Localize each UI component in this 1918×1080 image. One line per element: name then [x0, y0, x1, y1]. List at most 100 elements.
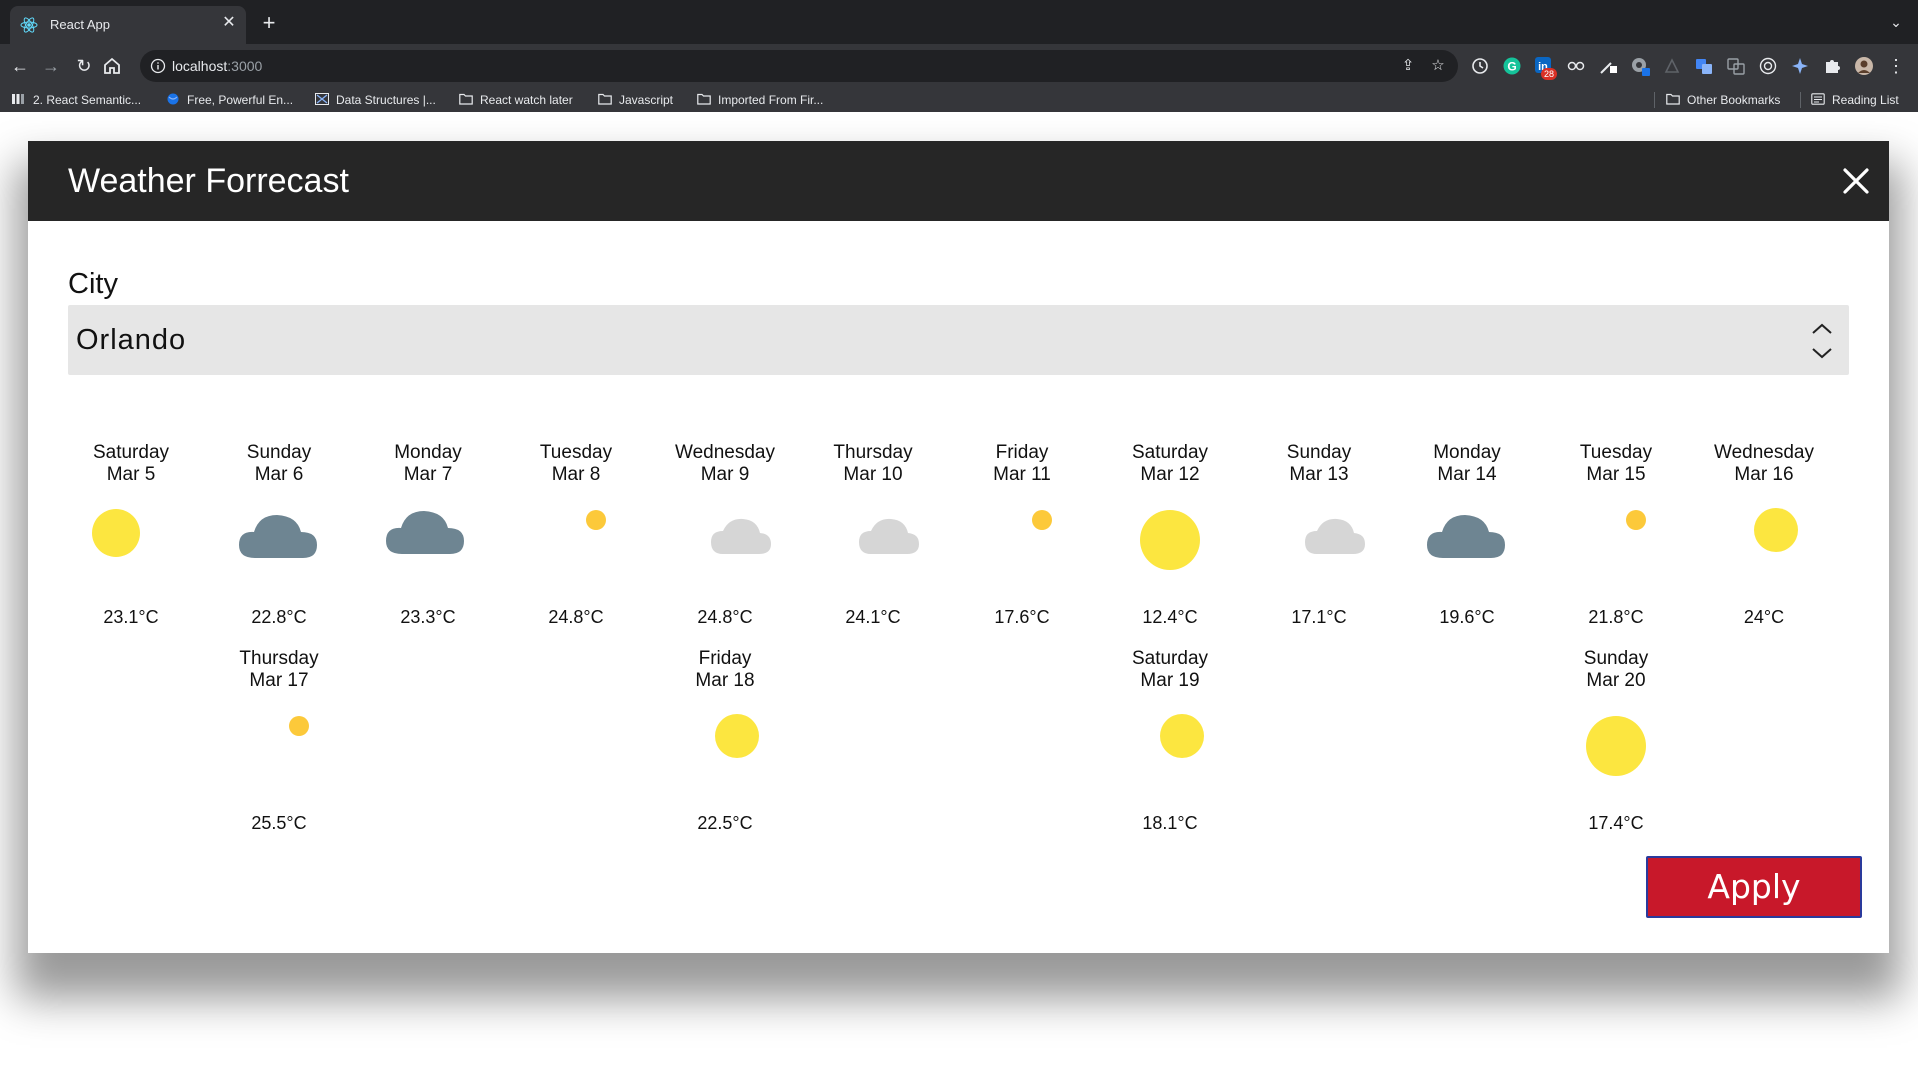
- forecast-temperature: 24°C: [1743, 607, 1785, 627]
- forecast-day-name: Saturday: [1131, 442, 1209, 463]
- browser-tab[interactable]: React App ✕: [10, 6, 246, 44]
- folder-icon: [697, 93, 711, 105]
- eyedropper-extension-icon[interactable]: [1598, 56, 1618, 76]
- translate-alt-extension-icon[interactable]: [1726, 56, 1746, 76]
- tab-close-icon[interactable]: ✕: [218, 12, 240, 34]
- bookmark-item[interactable]: React watch later: [459, 90, 573, 110]
- other-bookmarks-label: Other Bookmarks: [1687, 93, 1781, 107]
- thunderstorm-sun-icon: [289, 716, 309, 736]
- history-extension-icon[interactable]: [1470, 56, 1490, 76]
- forecast-temperature: 23.1°C: [103, 607, 159, 627]
- bookmark-label: Data Structures |...: [336, 93, 436, 107]
- new-tab-icon[interactable]: +: [256, 10, 282, 36]
- bookmarks-bar: 2. React Semantic... Free, Powerful En..…: [0, 88, 1918, 113]
- reload-icon[interactable]: ↻: [70, 52, 98, 80]
- browser-menu-icon[interactable]: ⋮: [1882, 52, 1910, 80]
- forecast-date: Mar 17: [249, 670, 309, 691]
- mostly-cloudy-icon: [1160, 714, 1204, 758]
- folder-icon: [598, 93, 612, 105]
- cloudy-icon: [711, 518, 771, 554]
- browser-tab-strip: React App ✕ + ⌄: [0, 0, 1918, 44]
- share-icon[interactable]: ⇪: [1398, 56, 1418, 76]
- tab-search-chevron-icon[interactable]: ⌄: [1886, 12, 1906, 32]
- back-arrow-icon[interactable]: ←: [6, 52, 34, 80]
- forecast-day: Thursday Mar 10 24.1°C: [803, 442, 943, 642]
- thunderstorm-sun-icon: [1032, 510, 1052, 530]
- forecast-date: Mar 15: [1586, 464, 1646, 485]
- address-bar[interactable]: localhost:3000 ⇪ ☆: [140, 50, 1458, 82]
- globe-icon: [167, 93, 179, 105]
- forecast-date: Mar 9: [700, 464, 750, 485]
- forward-arrow-icon[interactable]: →: [37, 52, 65, 80]
- sparkle-extension-icon[interactable]: [1790, 56, 1810, 76]
- forecast-day: Tuesday Mar 8 24.8°C: [506, 442, 646, 642]
- grammarly-extension-icon[interactable]: G: [1502, 56, 1522, 76]
- forecast-day-name: Saturday: [1131, 648, 1209, 669]
- url-text[interactable]: localhost:3000: [172, 57, 262, 75]
- thunderstorm-sun-icon: [586, 510, 606, 530]
- close-icon[interactable]: [1840, 165, 1872, 197]
- mostly-cloudy-icon: [1754, 508, 1798, 552]
- forecast-day-name: Sunday: [1583, 648, 1649, 669]
- forecast-day-name: Thursday: [239, 648, 319, 669]
- forecast-temperature: 24.1°C: [845, 607, 901, 627]
- forecast-temperature: 22.5°C: [697, 813, 753, 833]
- forecast-date: Mar 11: [993, 464, 1051, 485]
- extensions-puzzle-icon[interactable]: [1822, 56, 1842, 76]
- forecast-day-name: Monday: [394, 442, 462, 463]
- profile-avatar[interactable]: [1854, 56, 1874, 76]
- forecast-temperature: 17.4°C: [1588, 813, 1644, 833]
- glasses-extension-icon[interactable]: [1566, 56, 1586, 76]
- bookmark-item[interactable]: Imported From Fir...: [697, 90, 823, 110]
- reading-list[interactable]: Reading List: [1811, 90, 1899, 110]
- forecast-temperature: 22.8°C: [251, 607, 307, 627]
- tab-title: React App: [50, 17, 110, 32]
- bookmark-item[interactable]: Javascript: [598, 90, 673, 110]
- translate-extension-icon[interactable]: [1694, 56, 1714, 76]
- cloudy-icon: [1305, 518, 1365, 554]
- other-bookmarks[interactable]: Other Bookmarks: [1666, 90, 1780, 110]
- forecast-day: Monday Mar 14 19.6°C: [1397, 442, 1537, 642]
- forecast-day: Saturday Mar 12 12.4°C: [1100, 442, 1240, 642]
- target-extension-icon[interactable]: [1758, 56, 1778, 76]
- bookmark-star-icon[interactable]: ☆: [1428, 56, 1448, 76]
- svg-text:G: G: [1507, 60, 1516, 74]
- forecast-temperature: 24.8°C: [697, 607, 753, 627]
- select-arrows-icon[interactable]: [1810, 319, 1834, 363]
- forecast-date: Mar 16: [1734, 464, 1794, 485]
- info-icon[interactable]: [150, 58, 166, 74]
- bookmark-item[interactable]: 2. React Semantic...: [12, 90, 141, 110]
- forecast-date: Mar 18: [695, 670, 755, 691]
- apply-button[interactable]: Apply: [1646, 856, 1862, 918]
- mostly-cloudy-icon: [715, 714, 759, 758]
- bookmark-label: 2. React Semantic...: [33, 93, 142, 107]
- forecast-day: Thursday Mar 17 25.5°C: [209, 648, 349, 848]
- forecast-day-name: Friday: [698, 648, 752, 669]
- forecast-date: Mar 6: [254, 464, 304, 485]
- forecast-day-name: Monday: [1433, 442, 1501, 463]
- url-port: :3000: [227, 58, 263, 74]
- bookmark-item[interactable]: Data Structures |...: [315, 90, 436, 110]
- bookmark-item[interactable]: Free, Powerful En...: [166, 90, 293, 110]
- data-structures-icon: [315, 93, 329, 105]
- home-icon[interactable]: [102, 56, 122, 76]
- forecast-day: Friday Mar 11 17.6°C: [952, 442, 1092, 642]
- city-label: City: [68, 268, 118, 300]
- rain-icon: [1427, 515, 1505, 558]
- city-select[interactable]: Orlando: [68, 305, 1849, 375]
- forecast-temperature: 25.5°C: [251, 813, 307, 833]
- forecast-day-name: Wednesday: [1714, 442, 1814, 463]
- capture-extension-icon[interactable]: [1630, 56, 1650, 76]
- browser-toolbar: ← → ↻ localhost:3000 ⇪ ☆ G in 28 ⋮: [0, 44, 1918, 88]
- forecast-temperature: 23.3°C: [400, 607, 456, 627]
- forecast-day: Wednesday Mar 16 24°C: [1694, 442, 1834, 642]
- reading-list-label: Reading List: [1832, 93, 1899, 107]
- forecast-temperature: 17.1°C: [1291, 607, 1347, 627]
- partly-cloudy-icon: [92, 509, 140, 557]
- forecast-date: Mar 19: [1140, 670, 1200, 691]
- bookmark-label: React watch later: [480, 93, 573, 107]
- bookmark-label: Javascript: [619, 93, 674, 107]
- forecast-day-name: Friday: [995, 442, 1049, 463]
- folder-icon: [1666, 93, 1680, 105]
- arrow-extension-icon[interactable]: [1662, 56, 1682, 76]
